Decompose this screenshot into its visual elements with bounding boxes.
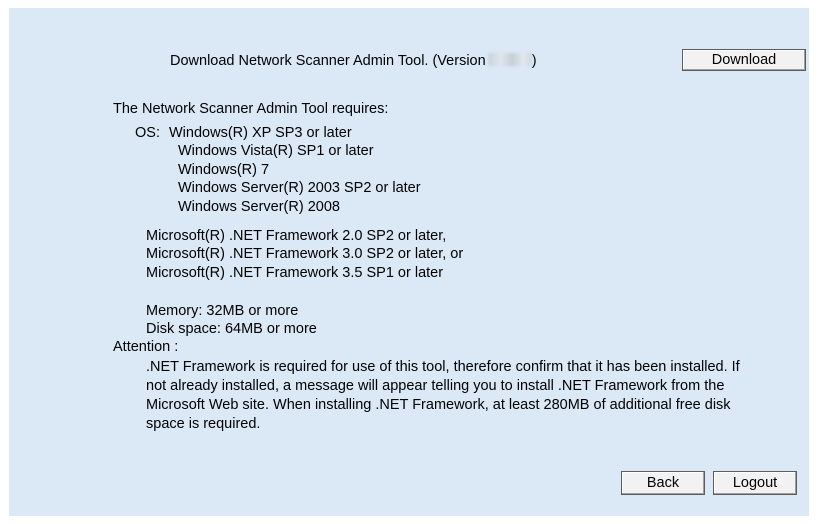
disk-space-requirement: Disk space: 64MB or more bbox=[146, 321, 317, 337]
version-number-redacted bbox=[487, 53, 532, 66]
download-description-text: Download Network Scanner Admin Tool. (Ve… bbox=[170, 53, 486, 69]
framework-item-3-0: Microsoft(R) .NET Framework 3.0 SP2 or l… bbox=[146, 246, 464, 262]
os-item-win7: Windows(R) 7 bbox=[178, 162, 270, 178]
download-description-close: ) bbox=[531, 53, 537, 69]
download-button[interactable]: Download bbox=[682, 49, 806, 71]
logout-button[interactable]: Logout bbox=[713, 471, 797, 495]
back-button[interactable]: Back bbox=[621, 471, 705, 495]
memory-requirement: Memory: 32MB or more bbox=[146, 303, 299, 319]
framework-item-3-5: Microsoft(R) .NET Framework 3.5 SP1 or l… bbox=[146, 265, 444, 281]
os-item-xp: Windows(R) XP SP3 or later bbox=[169, 125, 352, 141]
os-item-vista: Windows Vista(R) SP1 or later bbox=[178, 143, 374, 159]
framework-item-2-0: Microsoft(R) .NET Framework 2.0 SP2 or l… bbox=[146, 228, 447, 244]
attention-label: Attention : bbox=[113, 339, 179, 355]
requirements-intro: The Network Scanner Admin Tool requires: bbox=[113, 101, 389, 117]
content-panel: Download Network Scanner Admin Tool. (Ve… bbox=[9, 8, 809, 516]
download-description: Download Network Scanner Admin Tool. (Ve… bbox=[170, 52, 537, 71]
attention-text: .NET Framework is required for use of th… bbox=[146, 359, 740, 432]
os-label: OS: bbox=[135, 125, 160, 141]
os-item-server2003: Windows Server(R) 2003 SP2 or later bbox=[178, 180, 421, 196]
os-item-server2008: Windows Server(R) 2008 bbox=[178, 199, 340, 215]
